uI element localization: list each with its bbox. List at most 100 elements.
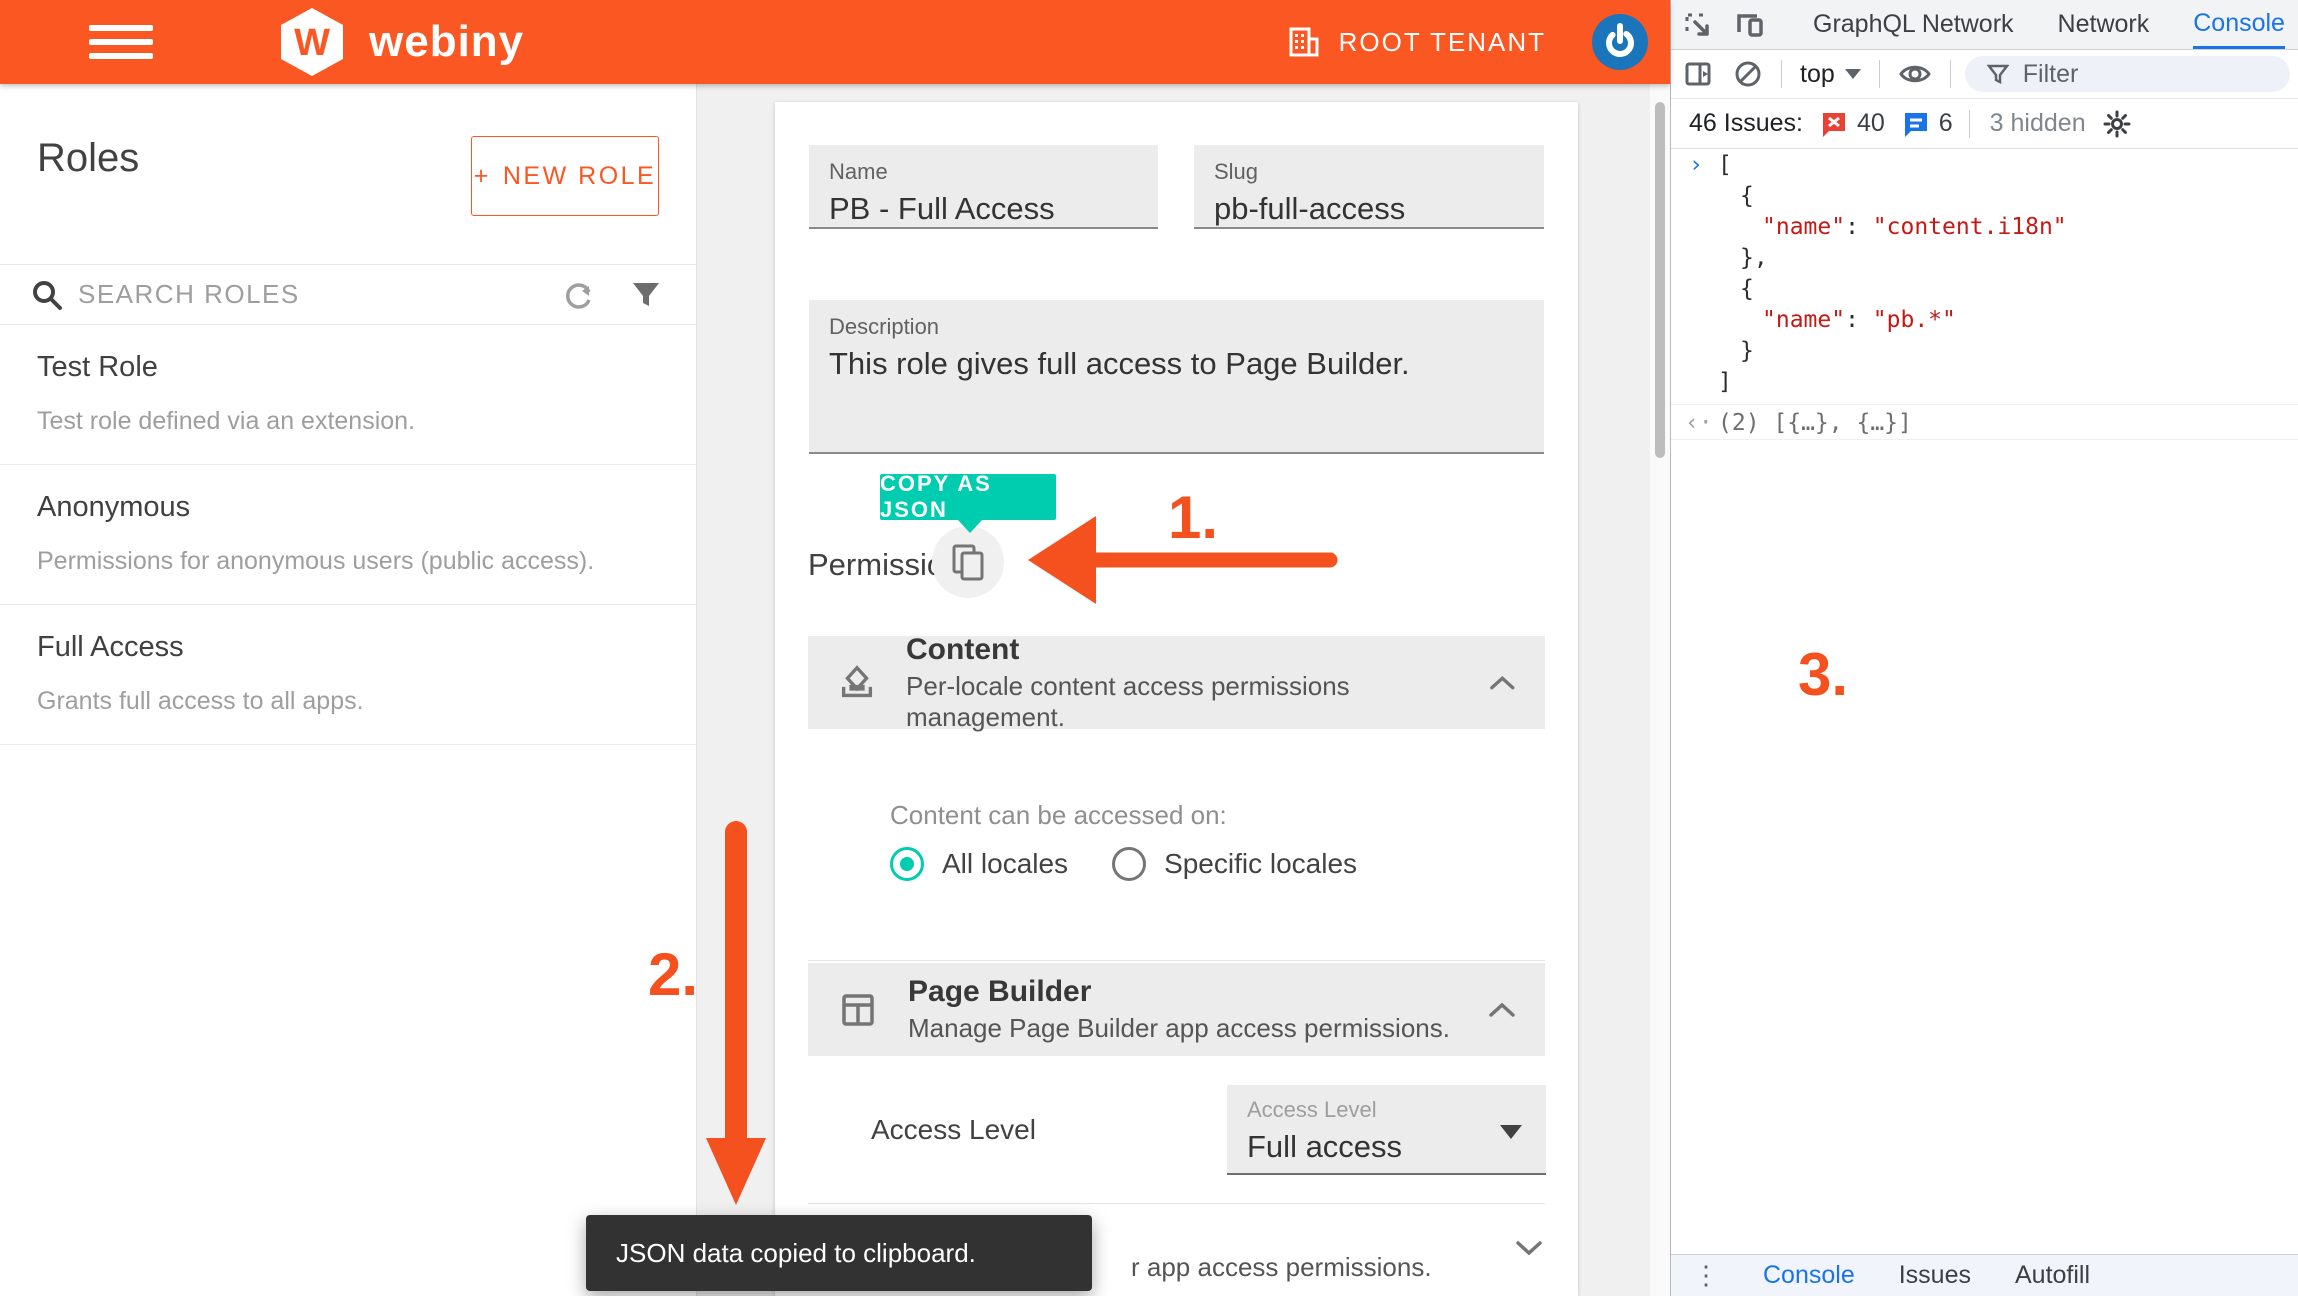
plus-icon: + bbox=[474, 162, 491, 191]
role-details-card: Name PB - Full Access Slug pb-full-acces… bbox=[775, 102, 1578, 1296]
access-level-label: Access Level bbox=[871, 1114, 1036, 1146]
page-builder-table-icon bbox=[836, 988, 880, 1032]
content-section-header[interactable]: Content Per-locale content access permis… bbox=[808, 636, 1545, 729]
copy-permissions-button[interactable] bbox=[932, 526, 1004, 598]
console-output[interactable]: ›[ { "name": "content.i18n" }, { "name":… bbox=[1671, 150, 2298, 1254]
search-roles-row: SEARCH ROLES bbox=[0, 265, 696, 325]
console-filter-input[interactable]: Filter bbox=[1965, 56, 2290, 92]
drawer-tab-issues[interactable]: Issues bbox=[1899, 1261, 1971, 1290]
divider bbox=[1950, 60, 1951, 88]
snackbar-toast: JSON data copied to clipboard. bbox=[586, 1215, 1092, 1291]
hidden-messages-label: 3 hidden bbox=[1990, 109, 2086, 138]
role-name: Full Access bbox=[37, 631, 184, 664]
radio-specific-locales-label: Specific locales bbox=[1164, 848, 1357, 880]
content-access-question: Content can be accessed on: bbox=[890, 800, 1227, 831]
locale-radio-group: All locales Specific locales bbox=[890, 847, 1383, 881]
context-selector[interactable]: top bbox=[1800, 60, 1861, 89]
content-ballot-icon bbox=[836, 661, 878, 705]
kebab-menu-icon[interactable]: ⋮ bbox=[1693, 1260, 1719, 1291]
divider bbox=[1879, 60, 1880, 88]
content-section-title: Content bbox=[906, 633, 1488, 667]
radio-all-locales-label: All locales bbox=[942, 848, 1068, 880]
role-list-item-test-role[interactable]: Test Role Test role defined via an exten… bbox=[0, 325, 696, 465]
access-level-dropdown-label: Access Level bbox=[1247, 1097, 1526, 1123]
description-field-label: Description bbox=[829, 314, 1524, 340]
tooltip-pointer bbox=[958, 520, 982, 533]
next-section-description-fragment: r app access permissions. bbox=[1131, 1252, 1432, 1283]
avatar-g-icon bbox=[1600, 22, 1640, 62]
access-level-dropdown-value: Full access bbox=[1247, 1129, 1526, 1165]
app-header: W webiny ROOT TENANT bbox=[0, 0, 1670, 84]
scrollbar-thumb[interactable] bbox=[1655, 102, 1665, 458]
role-list-item-full-access[interactable]: Full Access Grants full access to all ap… bbox=[0, 605, 696, 745]
caret-down-icon bbox=[1845, 69, 1861, 79]
copy-icon bbox=[950, 542, 986, 582]
console-line: "name": "pb.*" bbox=[1671, 305, 2298, 336]
devtools-panel: GraphQL Network Network Console » top bbox=[1670, 0, 2298, 1296]
filter-placeholder: Filter bbox=[2023, 60, 2079, 89]
page-builder-section-header[interactable]: Page Builder Manage Page Builder app acc… bbox=[808, 963, 1545, 1056]
description-field[interactable]: Description This role gives full access … bbox=[809, 300, 1544, 454]
user-avatar[interactable] bbox=[1592, 14, 1648, 70]
device-toolbar-icon[interactable] bbox=[1733, 10, 1765, 40]
console-line: { bbox=[1671, 181, 2298, 212]
eye-watch-icon[interactable] bbox=[1898, 61, 1932, 87]
console-settings-gear-icon[interactable] bbox=[2102, 109, 2132, 139]
dock-side-icon[interactable] bbox=[1683, 59, 1713, 89]
hamburger-menu-icon[interactable] bbox=[89, 22, 153, 62]
new-role-button[interactable]: + NEW ROLE bbox=[471, 136, 659, 216]
annotation-arrow-2 bbox=[706, 832, 766, 1205]
filter-funnel-icon[interactable] bbox=[630, 279, 662, 311]
console-line: { bbox=[1671, 274, 2298, 305]
copy-as-json-tooltip: COPY AS JSON bbox=[880, 474, 1056, 520]
role-description: Test role defined via an extension. bbox=[37, 407, 415, 436]
name-field-value: PB - Full Access bbox=[829, 191, 1138, 227]
tenant-selector[interactable]: ROOT TENANT bbox=[1287, 25, 1546, 59]
console-line: ›[ bbox=[1671, 150, 2298, 181]
drawer-tab-autofill[interactable]: Autofill bbox=[2015, 1261, 2090, 1290]
new-role-button-label: NEW ROLE bbox=[503, 162, 656, 191]
search-icon bbox=[30, 278, 64, 312]
tab-network[interactable]: Network bbox=[2058, 0, 2150, 49]
result-preview: (2) [{…}, {…}] bbox=[1718, 410, 1912, 436]
error-bubble-icon bbox=[1819, 109, 1849, 139]
console-toolbar: top Filter bbox=[1671, 50, 2298, 99]
clear-console-icon[interactable] bbox=[1733, 59, 1763, 89]
tab-graphql-network[interactable]: GraphQL Network bbox=[1813, 0, 2014, 49]
chevron-down-icon[interactable] bbox=[1514, 1238, 1544, 1258]
error-badge: 40 bbox=[1819, 109, 1885, 139]
search-input[interactable]: SEARCH ROLES bbox=[78, 279, 562, 310]
role-name: Anonymous bbox=[37, 491, 190, 524]
chevron-up-icon[interactable] bbox=[1487, 1000, 1517, 1020]
inspect-element-icon[interactable] bbox=[1683, 10, 1713, 40]
access-level-dropdown[interactable]: Access Level Full access bbox=[1227, 1085, 1546, 1175]
annotation-step-3: 3. bbox=[1798, 640, 1848, 709]
issues-bar[interactable]: 46 Issues: 40 6 3 hidden bbox=[1671, 99, 2298, 149]
page-builder-section-description: Manage Page Builder app access permissio… bbox=[908, 1013, 1450, 1044]
dropdown-caret-icon bbox=[1500, 1125, 1522, 1139]
building-icon bbox=[1287, 25, 1321, 59]
chevron-up-icon[interactable] bbox=[1488, 673, 1517, 693]
refresh-icon[interactable] bbox=[562, 278, 596, 312]
role-description: Permissions for anonymous users (public … bbox=[37, 547, 594, 576]
message-count: 6 bbox=[1939, 109, 1953, 138]
radio-specific-locales[interactable] bbox=[1112, 847, 1146, 881]
drawer-tab-console[interactable]: Console bbox=[1763, 1261, 1855, 1290]
console-result-line[interactable]: ‹·(2) [{…}, {…}] bbox=[1671, 404, 2298, 440]
divider bbox=[1781, 60, 1782, 88]
radio-all-locales[interactable] bbox=[890, 847, 924, 881]
content-section-description: Per-locale content access permissions ma… bbox=[906, 671, 1488, 733]
webiny-logo[interactable]: W webiny bbox=[271, 0, 524, 84]
page-builder-section-body: Access Level Access Level Full access bbox=[808, 1056, 1545, 1204]
page-title: Roles bbox=[37, 136, 139, 181]
console-line: ] bbox=[1671, 367, 2298, 398]
filter-funnel-icon bbox=[1987, 63, 2009, 85]
svg-text:W: W bbox=[294, 22, 330, 64]
tab-console[interactable]: Console bbox=[2193, 0, 2285, 49]
expand-arrow-icon[interactable]: › bbox=[1689, 150, 1718, 181]
slug-field[interactable]: Slug pb-full-access bbox=[1194, 145, 1544, 229]
name-field[interactable]: Name PB - Full Access bbox=[809, 145, 1158, 229]
brand-wordmark: webiny bbox=[369, 17, 524, 67]
role-list-item-anonymous[interactable]: Anonymous Permissions for anonymous user… bbox=[0, 465, 696, 605]
console-line: }, bbox=[1671, 243, 2298, 274]
